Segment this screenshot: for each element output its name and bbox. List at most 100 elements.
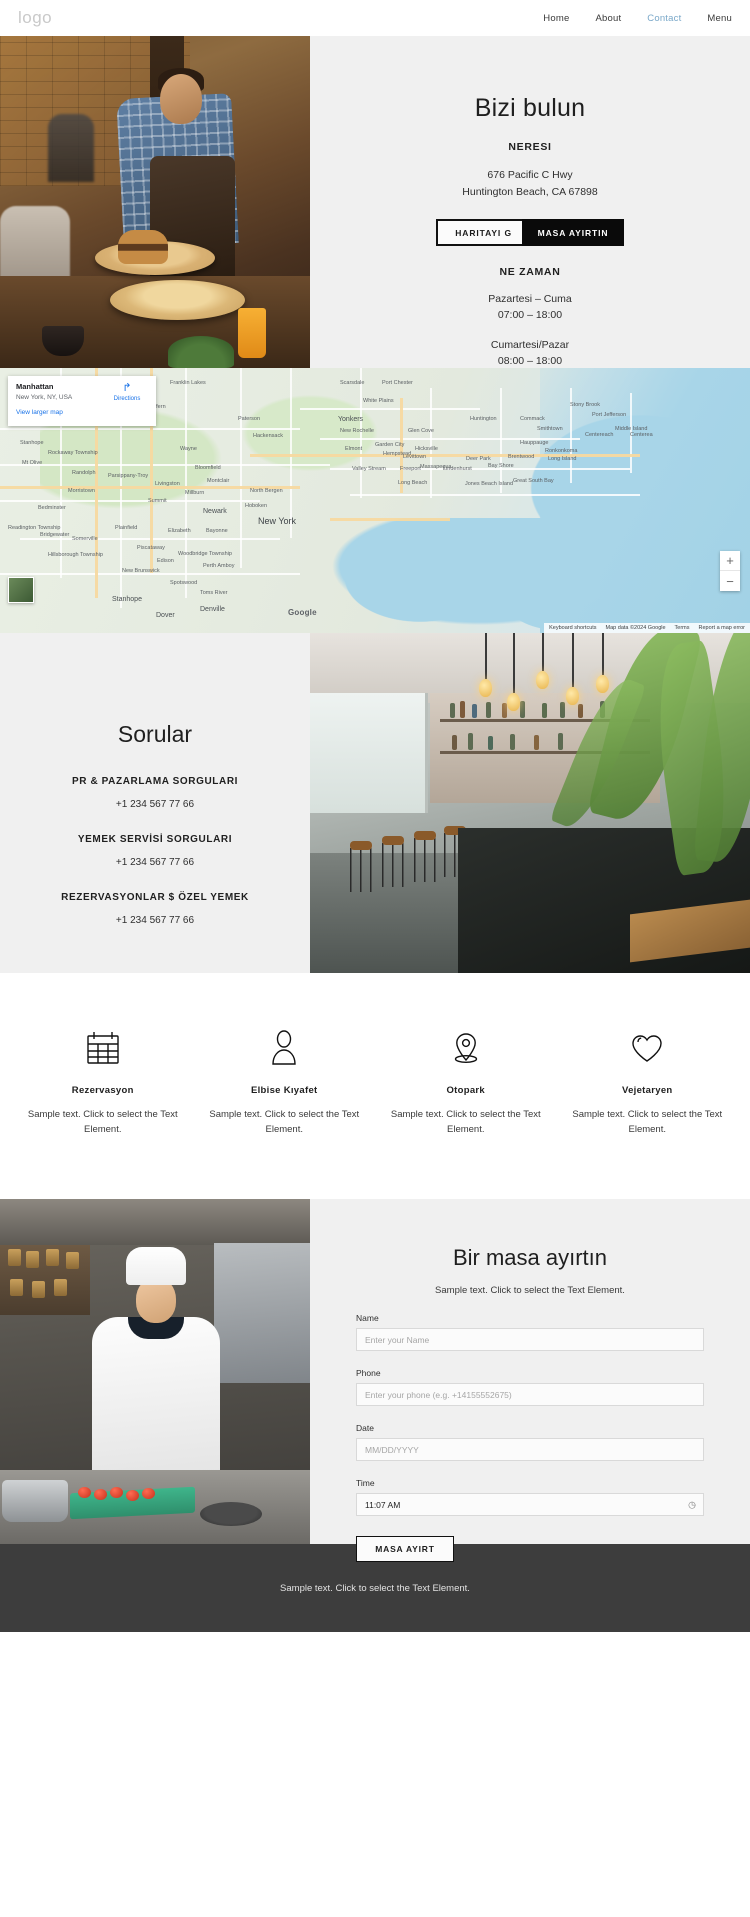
map-place-label: Randolph [72,470,96,476]
where-label: NERESI [508,141,552,153]
hero-info-panel: Bizi bulun NERESI 676 Pacific C Hwy Hunt… [310,36,750,368]
question-phone-catering[interactable]: +1 234 567 77 66 [116,857,194,868]
show-map-button[interactable]: HARITAYI G [435,219,532,246]
map-place-label: Smithtown [537,426,563,432]
hero-button-group: HARITAYI G MASA AYIRTIN [435,219,625,246]
map-place-label: Lindenhurst [443,466,472,472]
map-road [300,408,480,410]
hours-weekday: Pazartesi – Cuma 07:00 – 18:00 [488,291,571,323]
map-place-label: Centereach [585,432,614,438]
feature-title: Vejetaryen [621,1085,673,1096]
map-place-label: Spotswood [170,580,198,586]
map-place-label: Bay Shore [488,463,514,469]
map-place-label: Livingston [155,481,180,487]
map-place-label: Garden City [375,442,405,448]
map-road [185,368,187,598]
map-place-label: Ronkonkoma [545,448,578,454]
map-place-label: Bridgewater [40,532,70,538]
google-wordmark: Google [288,608,317,617]
questions-title: Sorular [117,721,193,747]
feature-text: Sample text. Click to select the Text El… [209,1109,360,1135]
map-place-label: Hempstead [383,451,412,457]
map-zoom-out-button[interactable]: − [720,571,740,591]
bar-interior-photo [310,633,750,973]
map-place-label: New Rochelle [340,428,374,434]
map-place-label: Newark [203,508,227,515]
map-road [0,464,330,466]
nav-item-contact[interactable]: Contact [647,13,681,24]
map-place-label: Parsippany-Troy [108,473,149,479]
features-section: Rezervasyon Sample text. Click to select… [0,973,750,1199]
map-place-label: Freeport [400,466,421,472]
hours-weekend: Cumartesi/Pazar 08:00 – 18:00 [491,337,569,369]
map-place-label: Long Beach [398,480,428,486]
map-zoom-controls[interactable]: + − [720,551,740,591]
footer-text: Sample text. Click to select the Text El… [280,1582,470,1594]
date-input[interactable]: MM/DD/YYYY [356,1438,704,1461]
question-heading-catering: YEMEK SERVİSİ SORGULARI [77,834,233,845]
map-place-label: Morristown [68,488,95,494]
map-place-label: Hicksville [415,446,438,452]
booking-submit-button[interactable]: MASA AYIRT [356,1536,454,1562]
phone-input[interactable]: Enter your phone (e.g. +14155552675) [356,1383,704,1406]
map-info-card[interactable]: Manhattan New York, NY, USA View larger … [8,376,156,426]
feature-card-parking: Otopark Sample text. Click to select the… [375,1025,557,1137]
address-line-2: Huntington Beach, CA 67898 [462,186,598,198]
phone-label: Phone [356,1368,381,1378]
map-road [430,388,432,498]
keyboard-shortcuts-link[interactable]: Keyboard shortcuts [549,625,596,631]
question-heading-pr: PR & PAZARLAMA SORGULARI [71,776,239,787]
map-road [290,368,292,538]
directions-icon: ↱ [122,382,132,394]
question-heading-reservations: REZERVASYONLAR $ ÖZEL YEMEK [61,892,249,903]
map-place-label: Perth Amboy [203,563,235,569]
hours-weekend-time: 08:00 – 18:00 [497,355,563,367]
hero-section: Bizi bulun NERESI 676 Pacific C Hwy Hunt… [0,36,750,368]
map-directions-button[interactable]: ↱ Directions [106,382,148,403]
time-input[interactable]: 11:07 AM ◷ [356,1493,704,1516]
map-place-label: Readington Township [8,525,61,531]
map-place-label: Denville [200,606,225,613]
chef-kitchen-photo [0,1199,310,1544]
map-zoom-in-button[interactable]: + [720,551,740,571]
map-place-label: Plainfield [115,525,138,531]
questions-section: Sorular PR & PAZARLAMA SORGULARI +1 234 … [0,633,750,973]
map-place-label: Great South Bay [513,478,554,484]
feature-text: Sample text. Click to select the Text El… [27,1109,178,1135]
view-larger-map-link[interactable]: View larger map [16,409,148,416]
address-block: 676 Pacific C Hwy Huntington Beach, CA 6… [462,167,597,201]
nav-item-menu[interactable]: Menu [707,13,732,24]
map-road [0,500,260,502]
map-place-label: Wayne [180,446,197,452]
map-place-label: Hillsborough Township [48,552,103,558]
address-line-1: 676 Pacific C Hwy [487,169,573,181]
report-map-error-link[interactable]: Report a map error [699,625,745,631]
when-label: NE ZAMAN [499,266,561,278]
map-place-label: Rockaway Township [48,450,98,456]
map-streetview-thumbnail[interactable] [8,577,34,603]
feature-card-reservation: Rezervasyon Sample text. Click to select… [12,1025,194,1137]
map-place-label: Edison [157,558,174,564]
hero-restaurant-photo [0,36,310,368]
question-phone-reservations[interactable]: +1 234 567 77 66 [116,915,194,926]
google-map[interactable]: New York Newark Yonkers New Rochelle Paterso… [0,368,750,633]
booking-form: Bir masa ayırtın Sample text. Click to s… [310,1199,750,1562]
name-label: Name [356,1313,379,1323]
feature-card-dress-code: Elbise Kıyafet Sample text. Click to sel… [194,1025,376,1137]
hours-weekday-days: Pazartesi – Cuma [488,293,572,305]
question-phone-pr[interactable]: +1 234 567 77 66 [116,799,194,810]
site-logo[interactable]: logo [18,8,52,28]
name-input[interactable]: Enter your Name [356,1328,704,1351]
map-place-label: Port Jefferson [592,412,627,418]
map-place-label: Piscataway [137,545,165,551]
booking-subtitle: Sample text. Click to select the Text El… [435,1285,625,1296]
nav-item-about[interactable]: About [595,13,621,24]
book-table-button[interactable]: MASA AYIRTIN [521,219,625,246]
map-place-label: Hauppauge [520,440,549,446]
map-place-label: Glen Cove [408,428,434,434]
nav-item-home[interactable]: Home [543,13,569,24]
clock-icon[interactable]: ◷ [688,1499,696,1510]
terms-link[interactable]: Terms [675,625,690,631]
map-place-label: Bloomfield [195,465,221,471]
map-place-label: New York [258,516,297,526]
